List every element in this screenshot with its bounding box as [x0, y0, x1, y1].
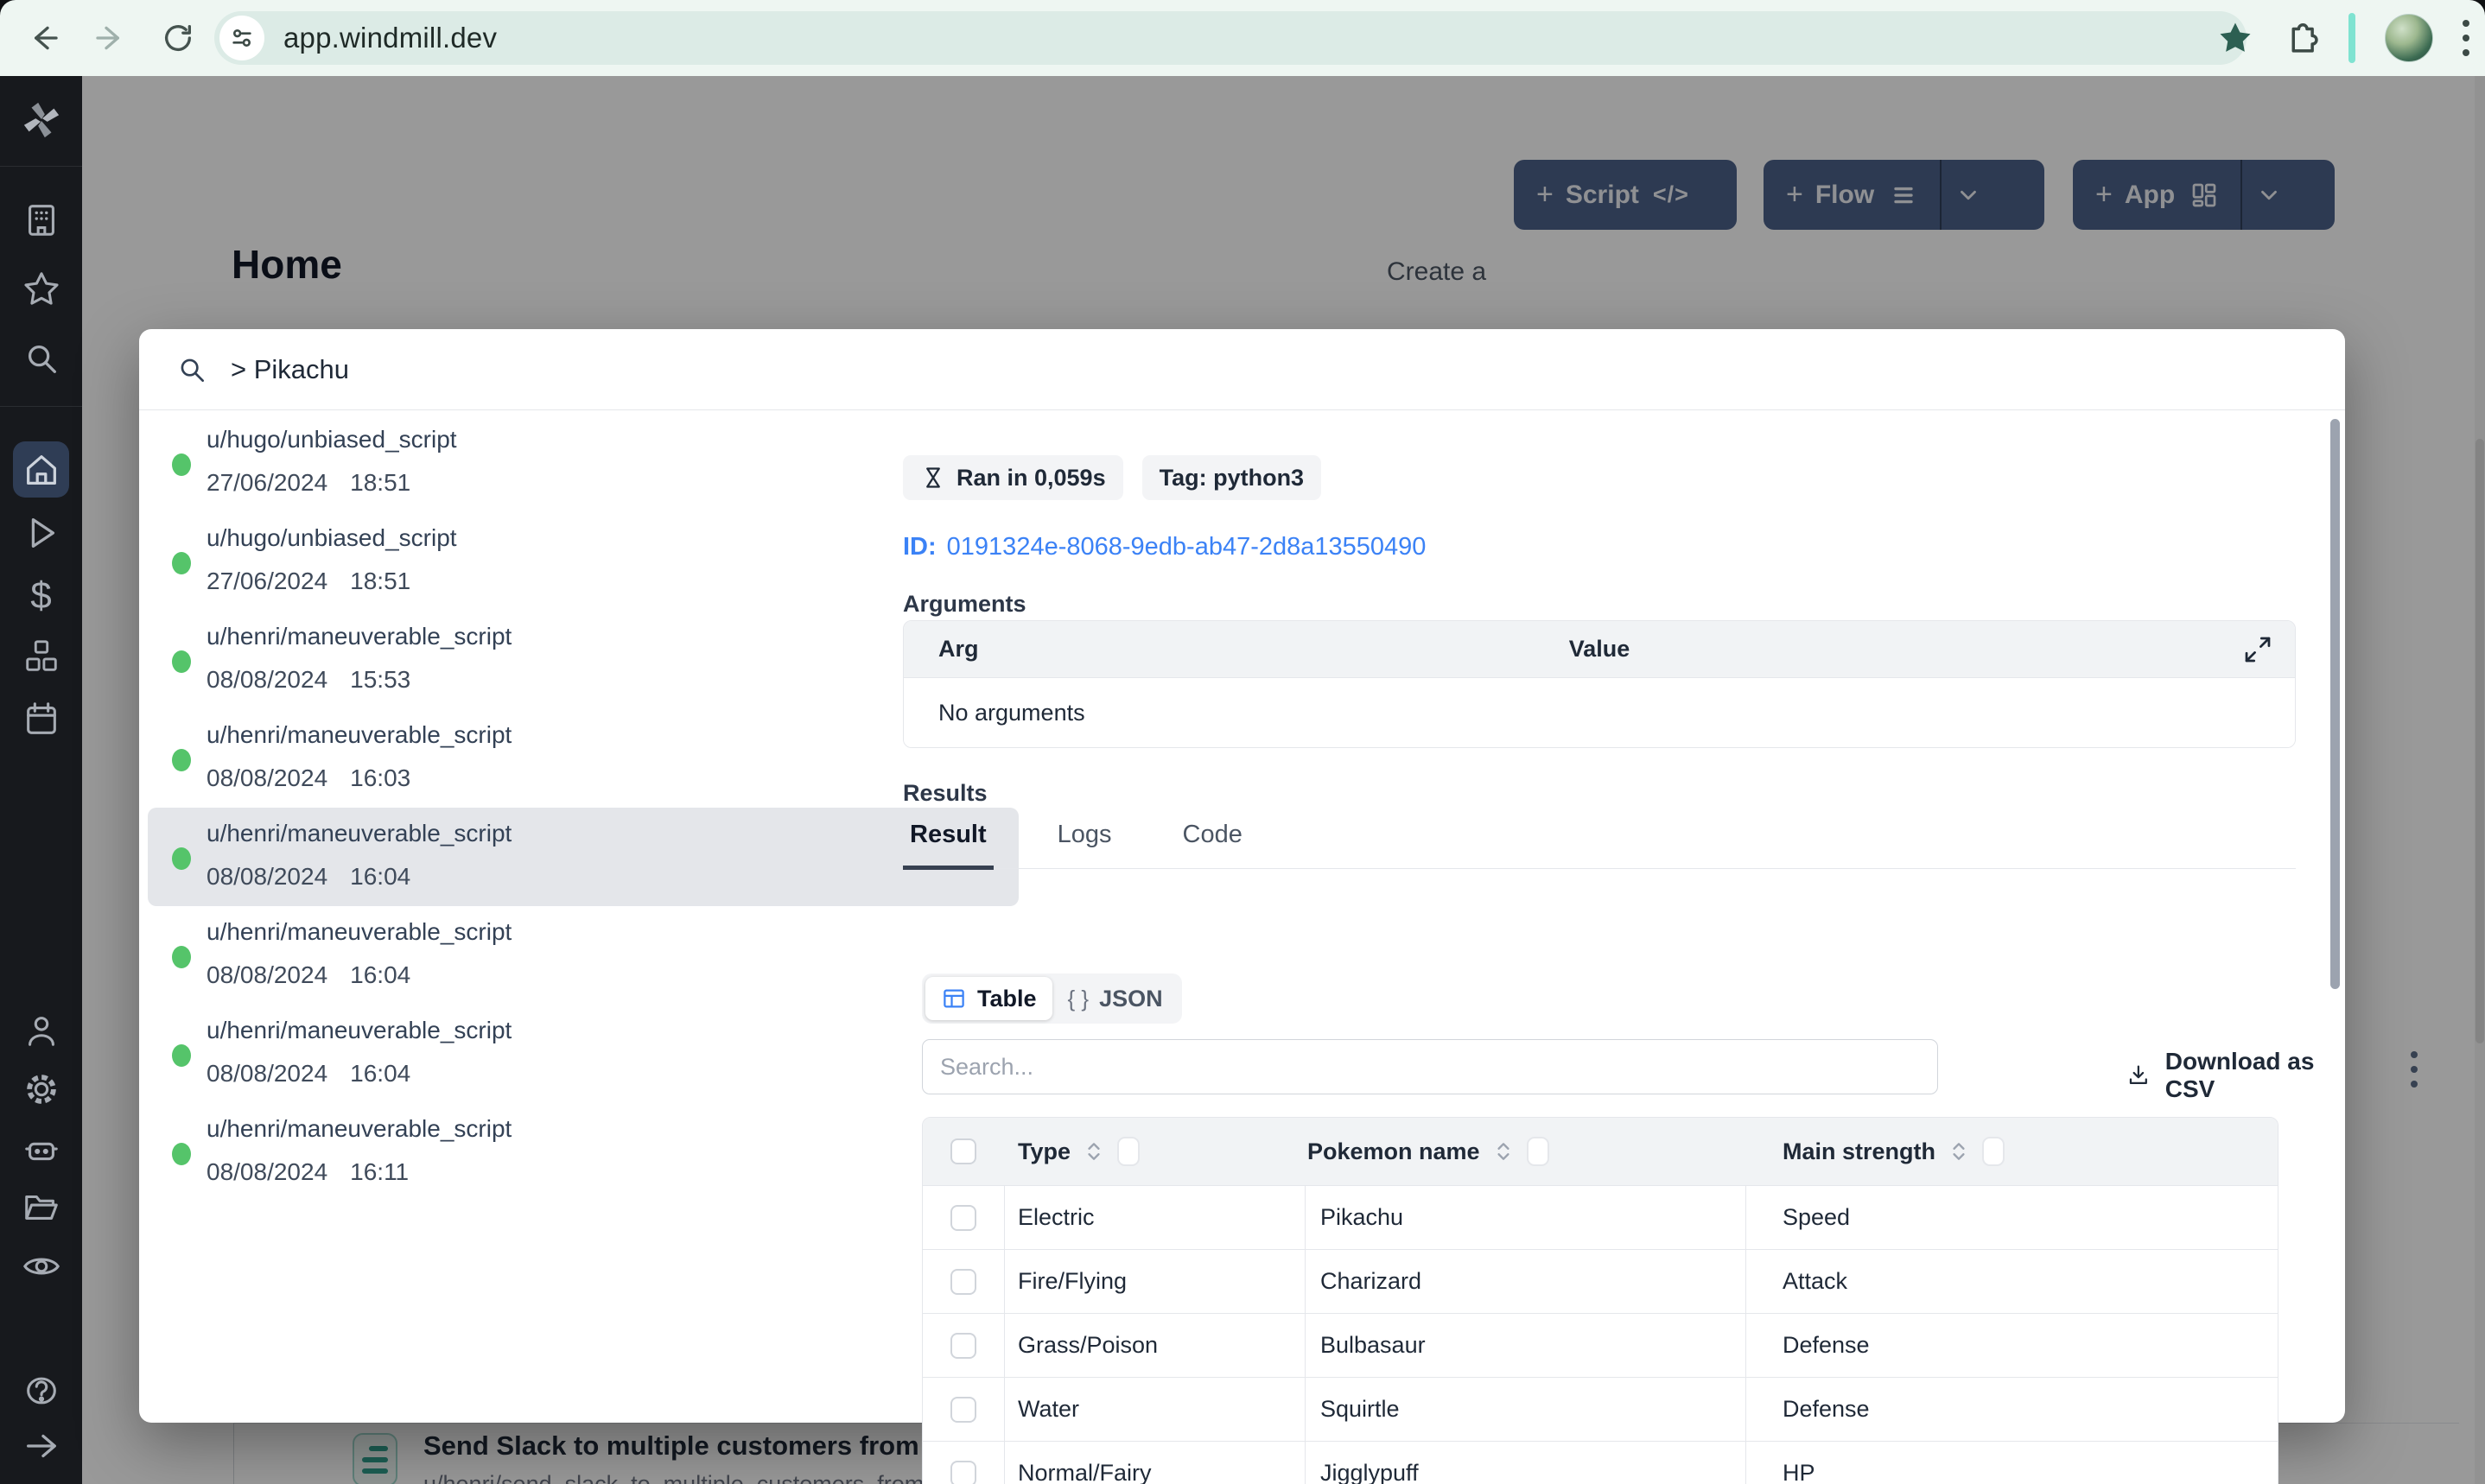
- run-list-item[interactable]: u/henri/maneuverable_script 08/08/2024 15…: [148, 611, 1019, 709]
- row-checkbox[interactable]: [950, 1268, 976, 1295]
- run-list-item[interactable]: u/henri/maneuverable_script 08/08/2024 16…: [148, 906, 1019, 1005]
- results-heading: Results: [903, 780, 988, 806]
- forward-icon[interactable]: [83, 10, 138, 66]
- sort-icon[interactable]: [1492, 1140, 1515, 1163]
- app-sidebar: $: [0, 76, 82, 1484]
- select-all-checkbox[interactable]: [950, 1138, 976, 1164]
- bookmark-star-icon[interactable]: [2217, 20, 2253, 56]
- table-row[interactable]: Normal/Fairy Jigglypuff HP: [923, 1441, 2278, 1484]
- toolbar-divider: [2348, 13, 2355, 63]
- duration-badge: Ran in 0,059s: [903, 455, 1123, 500]
- address-bar[interactable]: app.windmill.dev: [214, 11, 2247, 65]
- extensions-icon[interactable]: [2283, 20, 2319, 56]
- sort-icon[interactable]: [1948, 1140, 1970, 1163]
- success-dot-icon: [172, 749, 191, 771]
- success-dot-icon: [172, 847, 191, 870]
- download-csv-button[interactable]: Download as CSV: [2126, 1048, 2345, 1103]
- result-table-header: Type Pokemon name Main strength: [923, 1118, 2278, 1185]
- runs-list: u/hugo/unbiased_script 27/06/2024 18:51 u…: [148, 414, 1019, 1202]
- variables-dollar-icon[interactable]: $: [0, 577, 82, 615]
- success-dot-icon: [172, 650, 191, 673]
- run-detail-panel: Ran in 0,059s Tag: python3 ID: 0191324e-8…: [903, 410, 2418, 1484]
- table-icon: [944, 989, 964, 1008]
- tag-badge: Tag: python3: [1141, 455, 1322, 500]
- run-list-item[interactable]: u/henri/maneuverable_script 08/08/2024 16…: [148, 709, 1019, 808]
- run-list-item[interactable]: u/hugo/unbiased_script 27/06/2024 18:51: [148, 512, 1019, 611]
- modal-scrollbar[interactable]: [2330, 419, 2340, 989]
- folders-icon[interactable]: [0, 1187, 82, 1227]
- run-search-modal: u/hugo/unbiased_script 27/06/202418:51 u…: [139, 329, 2418, 1484]
- users-person-icon[interactable]: [0, 1011, 82, 1050]
- browser-menu-icon[interactable]: [2463, 20, 2469, 56]
- result-table: Type Pokemon name Main strength Electric…: [922, 1117, 2278, 1484]
- settings-gear-icon[interactable]: [0, 1069, 82, 1109]
- reload-icon[interactable]: [150, 10, 206, 66]
- arguments-heading: Arguments: [903, 591, 1026, 617]
- results-search-box: [922, 1039, 1938, 1094]
- column-filter[interactable]: [1526, 1137, 1549, 1166]
- success-dot-icon: [172, 552, 191, 574]
- search-icon: [181, 358, 205, 382]
- row-checkbox[interactable]: [950, 1204, 976, 1231]
- table-row[interactable]: Electric Pikachu Speed: [923, 1185, 2278, 1249]
- screen: app.windmill.dev $ Home Create a + Scrip…: [0, 0, 2485, 1484]
- success-dot-icon: [172, 946, 191, 968]
- schedules-calendar-icon[interactable]: [0, 699, 82, 739]
- column-filter[interactable]: [1117, 1137, 1141, 1166]
- row-checkbox[interactable]: [950, 1332, 976, 1359]
- home-icon[interactable]: [0, 450, 82, 490]
- url-text: app.windmill.dev: [283, 22, 498, 54]
- arguments-table: Arg Value No arguments: [903, 620, 2296, 748]
- back-icon[interactable]: [16, 10, 71, 66]
- row-checkbox[interactable]: [950, 1396, 976, 1423]
- run-id-link[interactable]: ID: 0191324e-8068-9edb-ab47-2d8a13550490: [903, 533, 1426, 561]
- no-arguments-text: No arguments: [938, 699, 1085, 726]
- windmill-logo-icon[interactable]: [0, 100, 82, 140]
- run-list-item[interactable]: u/henri/maneuverable_script 08/08/2024 16…: [148, 1103, 1019, 1202]
- results-tabs: Result Logs Code: [903, 821, 2296, 870]
- modal-search-input[interactable]: [231, 353, 1786, 385]
- help-icon[interactable]: [0, 1371, 82, 1411]
- runs-play-icon[interactable]: [0, 513, 82, 553]
- audit-eye-icon[interactable]: [0, 1246, 82, 1286]
- expand-sidebar-arrow-icon[interactable]: [0, 1426, 82, 1466]
- profile-avatar[interactable]: [2385, 14, 2433, 62]
- row-checkbox[interactable]: [950, 1460, 976, 1484]
- tab-result[interactable]: Result: [903, 821, 994, 870]
- results-menu-icon[interactable]: [2411, 1051, 2418, 1088]
- browser-toolbar: app.windmill.dev: [0, 0, 2485, 76]
- table-row[interactable]: Water Squirtle Defense: [923, 1377, 2278, 1441]
- site-settings-icon[interactable]: [219, 16, 264, 60]
- sort-icon[interactable]: [1083, 1140, 1105, 1163]
- expand-icon[interactable]: [2241, 633, 2274, 672]
- column-filter[interactable]: [1982, 1137, 2005, 1166]
- modal-search-row: [139, 329, 2345, 410]
- view-toggle: Table { } JSON: [922, 973, 1182, 1024]
- tab-logs[interactable]: Logs: [1051, 821, 1119, 868]
- search-icon[interactable]: [0, 339, 82, 378]
- download-icon: [2129, 1065, 2147, 1085]
- braces-icon: { }: [1067, 985, 1090, 1012]
- run-list-item-selected[interactable]: u/henri/maneuverable_script 08/08/2024 16…: [148, 808, 1019, 906]
- success-dot-icon: [172, 1143, 191, 1165]
- hourglass-icon: [926, 467, 940, 488]
- tab-code[interactable]: Code: [1176, 821, 1249, 868]
- table-row[interactable]: Grass/Poison Bulbasaur Defense: [923, 1313, 2278, 1377]
- success-dot-icon: [172, 1044, 191, 1067]
- success-dot-icon: [172, 453, 191, 476]
- run-list-item[interactable]: u/henri/maneuverable_script 08/08/2024 16…: [148, 1005, 1019, 1103]
- resources-cubes-icon[interactable]: [0, 637, 82, 676]
- favorites-star-icon[interactable]: [0, 270, 82, 309]
- table-row[interactable]: Fire/Flying Charizard Attack: [923, 1249, 2278, 1313]
- toggle-table[interactable]: Table: [925, 977, 1052, 1020]
- workers-robot-icon[interactable]: [0, 1130, 82, 1170]
- toggle-json[interactable]: { } JSON: [1052, 977, 1179, 1020]
- workspace-building-icon[interactable]: [0, 200, 82, 239]
- results-search-input[interactable]: [940, 1053, 1891, 1081]
- run-list-item[interactable]: u/hugo/unbiased_script 27/06/2024 18:51: [148, 414, 1019, 512]
